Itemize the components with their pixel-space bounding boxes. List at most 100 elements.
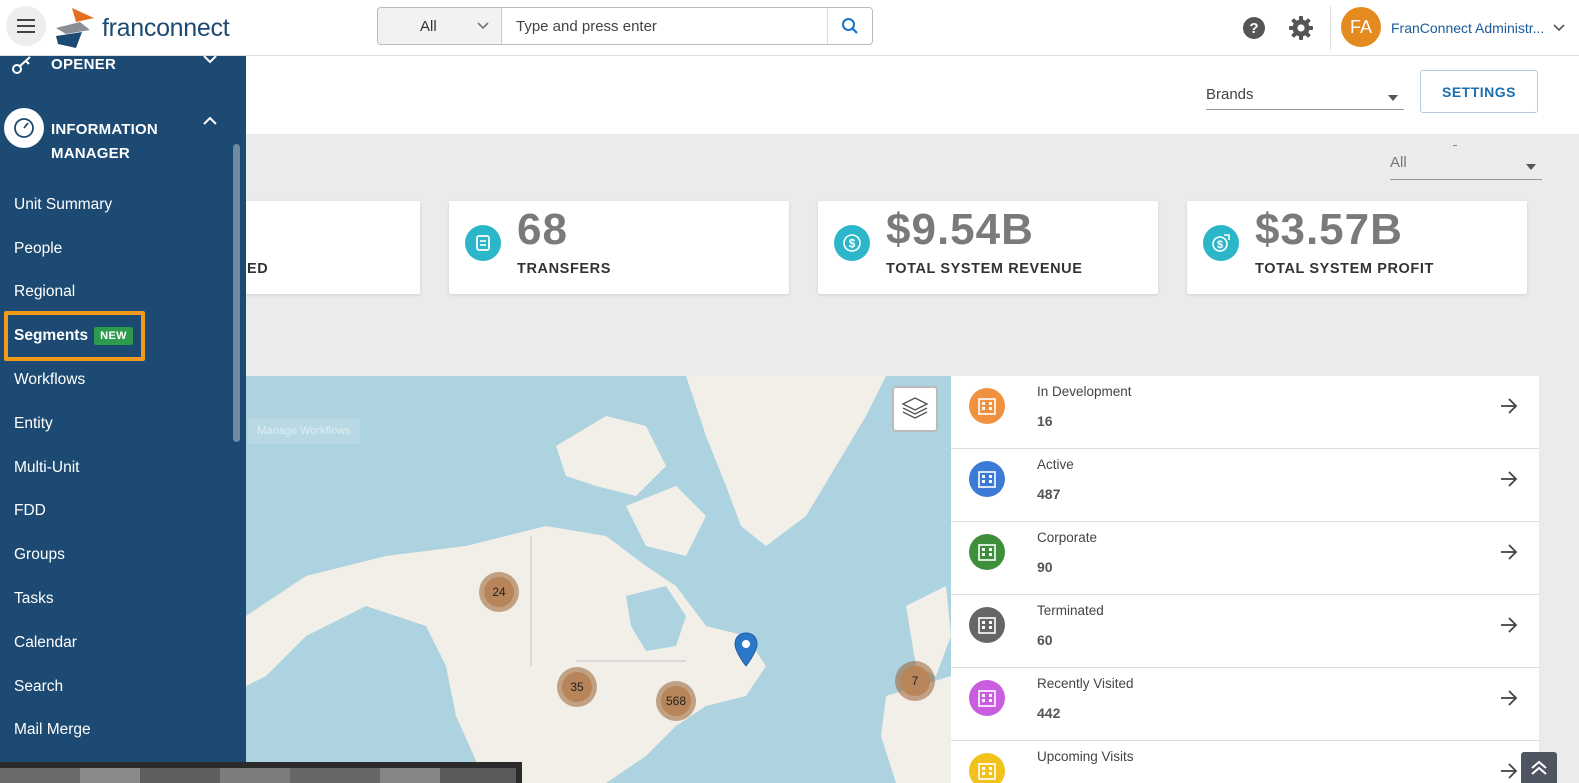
franconnect-logo-icon [56,8,94,48]
brands-label: Brands [1206,86,1254,103]
building-icon [969,680,1005,716]
search-scope-dropdown[interactable]: All [378,8,502,44]
status-count: 90 [1037,559,1053,575]
building-icon [969,607,1005,643]
settings-button[interactable]: SETTINGS [1420,70,1538,113]
sidebar-item-search[interactable]: Search [0,665,233,709]
map-cluster-marker[interactable]: 568 [656,681,696,721]
cluster-count: 35 [562,672,592,702]
hamburger-menu-icon[interactable] [6,6,46,46]
sidebar-item-label: Entity [14,414,53,432]
divider [1330,6,1331,50]
status-row-upcoming-visits[interactable]: Upcoming Visits [951,741,1539,783]
building-icon [969,534,1005,570]
map-pin-icon[interactable] [734,632,758,668]
chevron-down-icon [477,22,489,30]
kpi-card-transfers[interactable]: 68 TRANSFERS [449,201,789,294]
arrow-right-icon[interactable] [1500,617,1518,633]
user-name[interactable]: FranConnect Administr... [1391,20,1544,36]
sidebar-item-label: FDD [14,502,46,520]
kpi-label: TOTAL SYSTEM PROFIT [1255,261,1434,277]
search-button[interactable] [827,8,872,44]
sidebar-item-label: Search [14,677,64,695]
status-count: 60 [1037,632,1053,648]
sidebar: OPENER INFORMATION MANAGER Unit Summary … [0,56,246,783]
status-row-recently-visited[interactable]: Recently Visited 442 [951,668,1539,741]
sidebar-item-fdd[interactable]: FDD [0,490,233,534]
sidebar-item-label: Calendar [14,633,77,651]
key-icon [12,56,31,74]
sidebar-item-label: Multi-Unit [14,458,80,476]
kpi-value: 68 [517,205,568,254]
kpi-label: TOTAL SYSTEM REVENUE [886,261,1083,277]
sidebar-section-information-manager[interactable]: INFORMATION MANAGER [0,104,246,168]
sidebar-item-multi-unit[interactable]: Multi-Unit [0,446,233,490]
kpi-card-profit[interactable]: $ $3.57B TOTAL SYSTEM PROFIT [1187,201,1527,294]
sidebar-scrollbar[interactable] [233,144,240,442]
arrow-right-icon[interactable] [1500,471,1518,487]
status-label: Terminated [1037,603,1104,618]
sidebar-item-entity[interactable]: Entity [0,402,233,446]
filter-dropdown[interactable]: All [1390,154,1542,180]
sidebar-item-label: Groups [14,546,65,564]
gear-icon[interactable] [1288,15,1314,41]
cluster-count: 7 [900,666,930,696]
sidebar-item-tasks[interactable]: Tasks [0,577,233,621]
status-row-active[interactable]: Active 487 [951,449,1539,522]
kpi-card-revenue[interactable]: $ $9.54B TOTAL SYSTEM REVENUE [818,201,1158,294]
sidebar-item-people[interactable]: People [0,227,233,271]
help-icon[interactable]: ? [1243,17,1265,39]
search-scope-value: All [420,17,437,35]
sidebar-item-label: Mail Merge [14,721,91,739]
speedometer-icon [4,108,44,148]
caret-down-icon [1388,95,1398,101]
arrow-right-icon[interactable] [1500,398,1518,414]
sidebar-item-mail-merge[interactable]: Mail Merge [0,709,233,753]
sidebar-item-label: Tasks [14,590,54,608]
status-row-corporate[interactable]: Corporate 90 [951,522,1539,595]
kpi-value: $3.57B [1255,205,1403,254]
map-cluster-marker[interactable]: 24 [479,572,519,612]
sidebar-item-regional[interactable]: Regional [0,271,233,315]
sidebar-item-segments[interactable]: Segments NEW [0,311,233,362]
locations-map[interactable]: Manage Workflows 24 35 568 7 [246,376,951,783]
cluster-count: 24 [484,577,514,607]
search-input[interactable] [502,8,827,44]
segments-highlight: Segments NEW [4,311,145,362]
sidebar-item-calendar[interactable]: Calendar [0,621,233,665]
sidebar-item-label: Segments [14,327,89,345]
redacted-bar [0,762,522,783]
franconnect-logo[interactable]: franconnect [54,6,230,50]
status-count: 442 [1037,705,1061,721]
chevron-up-icon [203,116,217,125]
svg-text:$: $ [849,237,856,251]
sidebar-menu: Unit Summary People Regional Segments NE… [0,183,233,752]
chevron-down-icon[interactable] [1553,24,1565,32]
status-count: 16 [1037,413,1053,429]
kpi-value: $9.54B [886,205,1034,254]
sidebar-item-groups[interactable]: Groups [0,533,233,577]
arrow-right-icon[interactable] [1500,763,1518,779]
sidebar-item-unit-summary[interactable]: Unit Summary [0,183,233,227]
avatar[interactable]: FA [1341,7,1381,47]
status-row-in-development[interactable]: In Development 16 [951,376,1539,449]
layers-icon [901,397,929,419]
arrow-right-icon[interactable] [1500,544,1518,560]
status-label: Corporate [1037,530,1098,545]
map-layers-button[interactable] [892,386,938,432]
manage-workflows-label: Manage Workflows [248,418,360,444]
sidebar-section-opener[interactable]: OPENER [0,56,246,78]
status-row-terminated[interactable]: Terminated 60 [951,595,1539,668]
arrow-right-icon[interactable] [1500,690,1518,706]
status-label: Recently Visited [1037,676,1134,691]
sidebar-item-workflows[interactable]: Workflows [0,358,233,402]
map-cluster-marker[interactable]: 7 [895,661,935,701]
brands-dropdown[interactable]: Brands [1206,86,1404,110]
cluster-count: 568 [661,686,691,716]
sidebar-section-label: INFORMATION MANAGER [51,121,158,162]
map-cluster-marker[interactable]: 35 [557,667,597,707]
kpi-label: TRANSFERS [517,261,612,277]
scroll-to-top-button[interactable] [1521,752,1557,783]
sidebar-item-label: Regional [14,283,76,301]
unit-status-list: In Development 16 Active 487 Corporate 9… [951,376,1539,783]
